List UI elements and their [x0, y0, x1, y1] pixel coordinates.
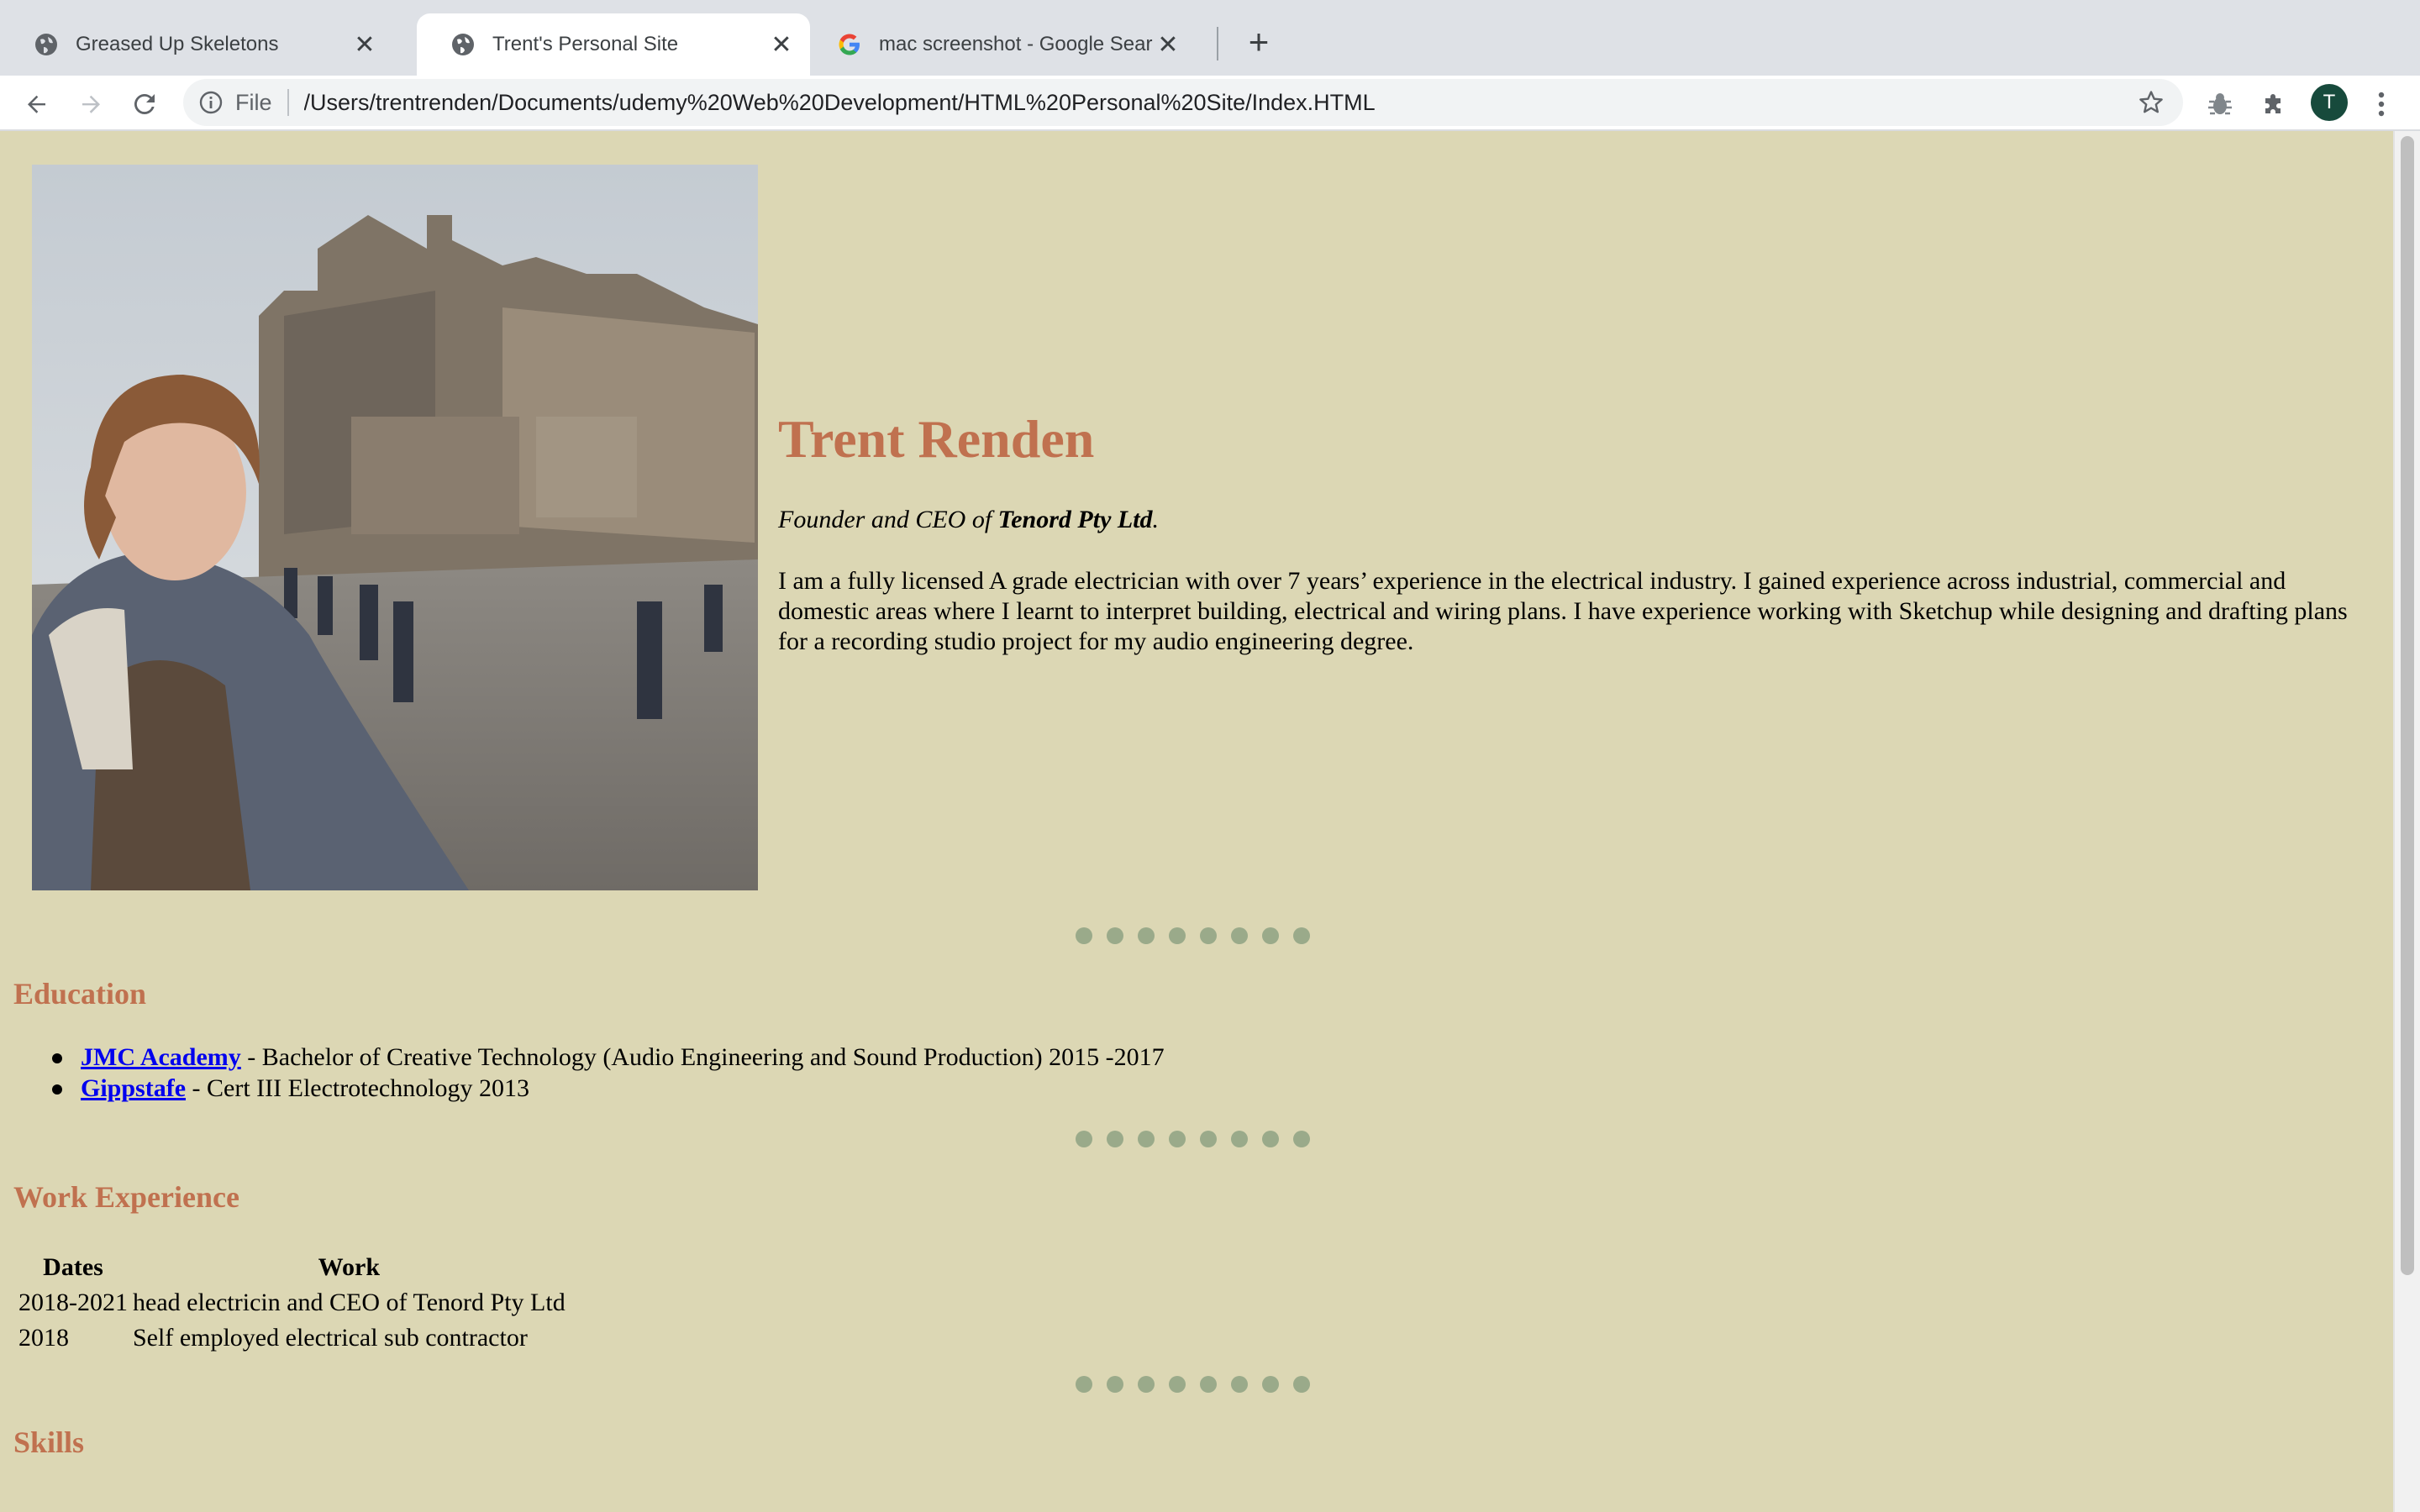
page-content: Trent Renden Founder and CEO of Tenord P…: [0, 131, 2393, 1512]
new-tab-button[interactable]: +: [1240, 22, 1277, 61]
column-header-dates: Dates: [43, 1253, 103, 1281]
divider-dot: [1200, 1376, 1217, 1393]
puzzle-icon: [2265, 94, 2281, 113]
company-name: Tenord Pty Ltd: [997, 506, 1153, 533]
divider-dot: [1138, 1131, 1155, 1147]
back-arrow-icon: [28, 95, 45, 113]
scrollbar-thumb[interactable]: [2401, 136, 2414, 1275]
close-tab-icon[interactable]: ✕: [350, 29, 380, 60]
extensions-puzzle-button[interactable]: [2257, 87, 2291, 121]
divider-dot: [1262, 1131, 1279, 1147]
info-icon[interactable]: [198, 90, 224, 115]
table-cell: 2018: [18, 1324, 69, 1352]
divider-dot: [1169, 1131, 1186, 1147]
gippstafe-link[interactable]: Gippstafe: [81, 1074, 186, 1102]
divider-dot: [1293, 1376, 1310, 1393]
divider-dot: [1169, 927, 1186, 944]
close-tab-icon[interactable]: ✕: [766, 29, 797, 60]
table-cell: 2018-2021: [18, 1289, 128, 1316]
scheme-label: File: [235, 89, 272, 115]
divider-dot: [1076, 1131, 1092, 1147]
google-icon: [839, 34, 860, 55]
forward-button[interactable]: [72, 86, 109, 123]
divider-dot: [1138, 1376, 1155, 1393]
close-tab-icon[interactable]: ✕: [1153, 29, 1183, 60]
table-row: 2018 Self employed electrical sub contra…: [18, 1322, 566, 1354]
address-bar[interactable]: File /Users/trentrenden/Documents/udemy%…: [183, 79, 2183, 126]
divider-dot: [1138, 927, 1155, 944]
profile-photo: [32, 165, 758, 890]
photo-image: [32, 165, 758, 890]
tagline-suffix: .: [1152, 506, 1160, 533]
extension-bug-icon[interactable]: [2203, 87, 2237, 121]
tagline-prefix: Founder and CEO of: [778, 506, 998, 533]
table-header-row: Dates Work: [18, 1252, 566, 1284]
dot-divider: [1076, 1131, 1310, 1147]
divider-dot: [1169, 1376, 1186, 1393]
education-heading: Education: [13, 977, 147, 1011]
dot-divider: [1076, 927, 1310, 944]
tab-strip: Greased Up Skeletons ✕ Trent's Personal …: [0, 0, 2420, 76]
divider-dot: [1200, 927, 1217, 944]
globe-icon: [35, 34, 57, 55]
browser-toolbar: File /Users/trentrenden/Documents/udemy%…: [0, 76, 2420, 131]
divider-dot: [1076, 927, 1092, 944]
divider-dot: [1231, 1131, 1248, 1147]
work-experience-heading: Work Experience: [13, 1180, 239, 1214]
tab-mac-screenshot-search[interactable]: mac screenshot - Google Search ✕: [803, 13, 1197, 76]
tab-title: Trent's Personal Site: [492, 33, 679, 55]
education-detail: - Cert III Electrotechnology 2013: [186, 1074, 530, 1102]
page-title: Trent Renden: [778, 409, 1095, 469]
bookmark-star-icon[interactable]: [2138, 89, 2165, 116]
bio-paragraph: I am a fully licensed A grade electricia…: [778, 567, 2348, 655]
work-table: Dates Work 2018-2021 head electricin and…: [13, 1248, 571, 1357]
divider-dot: [1231, 1376, 1248, 1393]
education-detail: - Bachelor of Creative Technology (Audio…: [240, 1043, 1165, 1071]
reload-button[interactable]: [126, 86, 163, 123]
omnibox-divider: [287, 89, 289, 116]
divider-dot: [1200, 1131, 1217, 1147]
table-cell: head electricin and CEO of Tenord Pty Lt…: [133, 1289, 566, 1316]
divider-dot: [1107, 1131, 1123, 1147]
column-header-work: Work: [318, 1253, 381, 1281]
divider-dot: [1076, 1376, 1092, 1393]
education-list: JMC Academy - Bachelor of Creative Techn…: [52, 1042, 1165, 1104]
tagline: Founder and CEO of Tenord Pty Ltd.: [778, 506, 1159, 534]
skills-heading: Skills: [13, 1425, 85, 1459]
reload-icon: [134, 93, 155, 114]
divider-dot: [1107, 1376, 1123, 1393]
divider-dot: [1107, 927, 1123, 944]
dot-divider: [1076, 1376, 1310, 1393]
url-text[interactable]: /Users/trentrenden/Documents/udemy%20Web…: [304, 90, 1376, 116]
menu-button[interactable]: [2365, 87, 2398, 121]
list-item: JMC Academy - Bachelor of Creative Techn…: [52, 1042, 1165, 1073]
divider-dot: [1262, 927, 1279, 944]
tab-trents-personal-site[interactable]: Trent's Personal Site ✕: [417, 13, 810, 76]
tab-divider: [1217, 27, 1218, 60]
bug-icon: [2208, 93, 2232, 115]
divider-dot: [1293, 1131, 1310, 1147]
kebab-menu-icon: [2378, 92, 2385, 117]
profile-avatar[interactable]: T: [2311, 84, 2348, 121]
jmc-academy-link[interactable]: JMC Academy: [81, 1043, 241, 1071]
table-row: 2018-2021 head electricin and CEO of Ten…: [18, 1287, 566, 1319]
divider-dot: [1262, 1376, 1279, 1393]
forward-arrow-icon: [82, 95, 100, 113]
divider-dot: [1231, 927, 1248, 944]
table-cell: Self employed electrical sub contractor: [133, 1324, 528, 1352]
tab-title: mac screenshot - Google Search: [879, 33, 1153, 55]
globe-icon: [452, 34, 474, 55]
tab-title: Greased Up Skeletons: [76, 33, 279, 55]
list-item: Gippstafe - Cert III Electrotechnology 2…: [52, 1073, 1165, 1104]
back-button[interactable]: [18, 86, 55, 123]
tab-greased-up-skeletons[interactable]: Greased Up Skeletons ✕: [0, 13, 393, 76]
divider-dot: [1293, 927, 1310, 944]
